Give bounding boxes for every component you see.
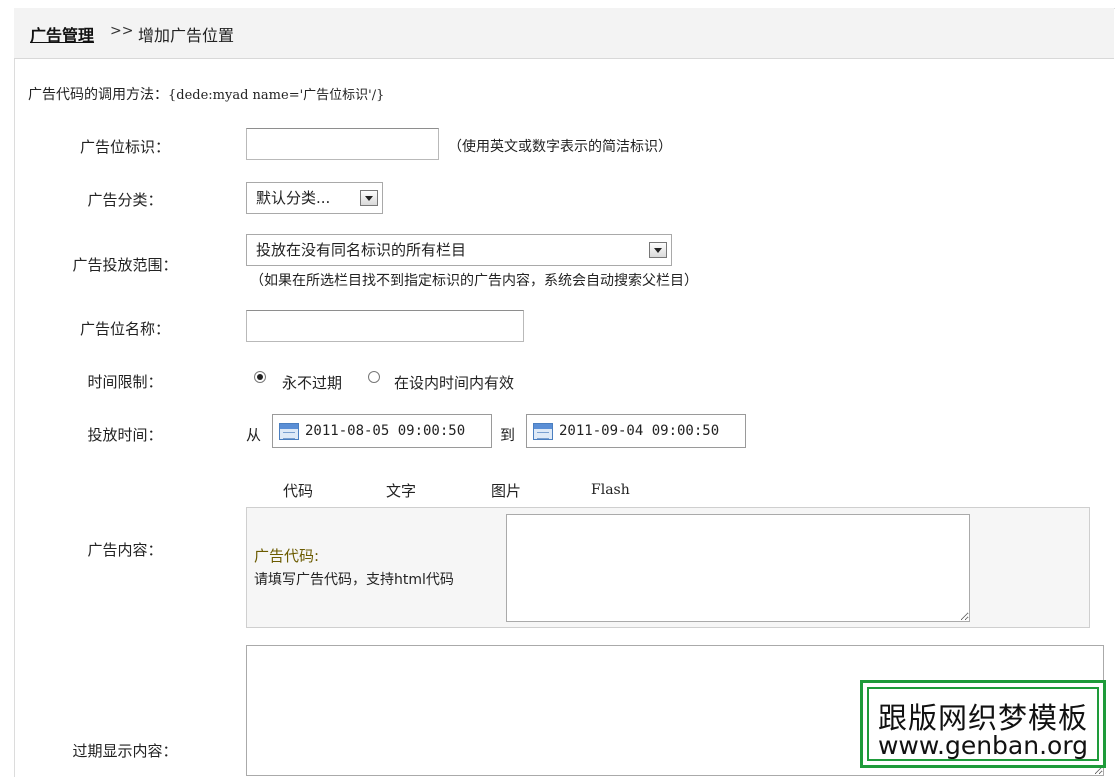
usage-hint: 广告代码的调用方法：{dede:myad name='广告位标识'/}: [28, 84, 384, 104]
breadcrumb-separator: >>: [110, 23, 134, 39]
radio-never-expire[interactable]: [254, 371, 266, 383]
end-date-value: 2011-09-04 09:00:50: [559, 423, 720, 439]
calendar-icon[interactable]: [533, 423, 553, 440]
category-label: 广告分类：: [87, 191, 163, 209]
start-date-value: 2011-08-05 09:00:50: [305, 423, 466, 439]
scope-select[interactable]: 投放在没有同名标识的所有栏目: [246, 234, 672, 266]
breadcrumb-root-link[interactable]: 广告管理: [30, 22, 94, 46]
tab-flash[interactable]: Flash: [591, 482, 630, 498]
radio-time-range-label: 在设内时间内有效: [394, 374, 515, 392]
tag-note: （使用英文或数字表示的简洁标识）: [448, 139, 672, 155]
watermark-inner-border: 跟版网织梦模板 www.genban.org: [867, 687, 1099, 761]
tab-image[interactable]: 图片: [491, 480, 521, 501]
calendar-icon[interactable]: [279, 423, 299, 440]
scope-label: 广告投放范围：: [72, 256, 178, 274]
radio-time-range[interactable]: [368, 371, 380, 383]
name-input[interactable]: [246, 310, 524, 342]
scope-note: （如果在所选栏目找不到指定标识的广告内容，系统会自动搜索父栏目）: [250, 273, 698, 289]
to-label: 到: [500, 426, 516, 444]
end-date-field[interactable]: 2011-09-04 09:00:50: [526, 414, 746, 448]
tab-code[interactable]: 代码: [283, 480, 313, 501]
chevron-down-icon[interactable]: [360, 190, 378, 206]
radio-never-expire-label: 永不过期: [282, 374, 343, 392]
watermark-line2: www.genban.org: [877, 731, 1089, 760]
period-label: 投放时间：: [87, 426, 163, 444]
breadcrumb-current: 增加广告位置: [138, 26, 235, 45]
time-limit-label: 时间限制：: [87, 373, 163, 391]
ad-code-textarea[interactable]: [506, 514, 970, 622]
chevron-down-icon[interactable]: [649, 242, 667, 258]
content-label: 广告内容：: [87, 541, 163, 559]
from-label: 从: [246, 426, 262, 444]
code-title: 广告代码:: [254, 547, 320, 565]
category-select[interactable]: 默认分类...: [246, 182, 383, 214]
usage-hint-label: 广告代码的调用方法：: [28, 87, 168, 103]
tag-label: 广告位标识：: [79, 138, 170, 156]
watermark-logo: 跟版网织梦模板 www.genban.org: [860, 680, 1106, 768]
tag-input[interactable]: [246, 128, 439, 160]
name-label: 广告位名称：: [79, 320, 170, 338]
start-date-field[interactable]: 2011-08-05 09:00:50: [272, 414, 492, 448]
expired-label: 过期显示内容：: [72, 742, 178, 760]
scope-selected: 投放在没有同名标识的所有栏目: [256, 241, 467, 259]
usage-hint-code: {dede:myad name='广告位标识'/}: [168, 88, 385, 103]
code-description: 请填写广告代码，支持html代码: [254, 572, 454, 588]
tab-text[interactable]: 文字: [386, 480, 416, 501]
category-selected: 默认分类...: [256, 189, 331, 207]
